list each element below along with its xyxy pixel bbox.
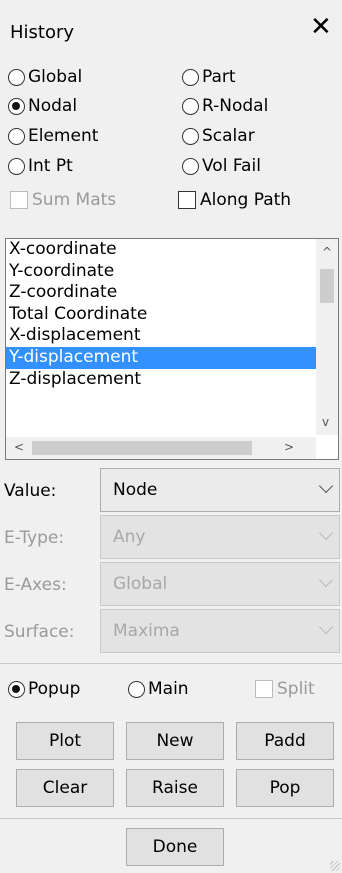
radio-popup-label: Popup <box>28 679 81 699</box>
radio-vol-fail-label: Vol Fail <box>202 156 261 176</box>
padd-button[interactable]: Padd <box>236 722 334 760</box>
value-dropdown[interactable]: Node <box>100 468 340 512</box>
radio-circle <box>128 680 145 698</box>
etype-label: E-Type: <box>4 528 65 548</box>
checkbox-sum-mats-label: Sum Mats <box>32 190 117 210</box>
done-button[interactable]: Done <box>126 828 224 866</box>
list-item[interactable]: X-displacement <box>6 325 316 347</box>
radio-circle <box>182 68 199 86</box>
chevron-down-icon <box>318 572 334 588</box>
eaxes-dropdown-text: Global <box>113 574 168 594</box>
eaxes-label: E-Axes: <box>4 575 67 595</box>
radio-int-pt-label: Int Pt <box>28 156 73 176</box>
variable-listbox[interactable]: X-coordinate Y-coordinate Z-coordinate T… <box>5 238 339 460</box>
chevron-down-icon <box>318 478 334 494</box>
close-icon[interactable]: ✕ <box>310 14 332 40</box>
radio-global[interactable]: Global <box>8 64 82 90</box>
list-item[interactable]: Z-displacement <box>6 369 316 391</box>
chevron-down-icon <box>318 525 334 541</box>
list-item[interactable]: Total Coordinate <box>6 304 316 326</box>
chevron-down-icon <box>318 619 334 635</box>
scroll-left-icon[interactable]: < <box>14 440 24 454</box>
surface-dropdown[interactable]: Maxima <box>100 609 340 653</box>
radio-circle <box>182 157 199 175</box>
plot-button[interactable]: Plot <box>16 722 114 760</box>
list-item-selected[interactable]: Y-displacement <box>6 346 316 369</box>
radio-circle <box>182 97 199 115</box>
radio-main-label: Main <box>148 679 189 699</box>
radio-vol-fail[interactable]: Vol Fail <box>182 153 261 179</box>
divider <box>0 818 342 819</box>
eaxes-dropdown[interactable]: Global <box>100 562 340 606</box>
radio-circle <box>8 127 25 145</box>
radio-circle <box>182 127 199 145</box>
radio-r-nodal-label: R-Nodal <box>202 96 269 116</box>
new-button[interactable]: New <box>126 722 224 760</box>
etype-dropdown-text: Any <box>113 527 146 547</box>
surface-label: Surface: <box>4 622 75 642</box>
checkbox-sum-mats[interactable]: Sum Mats <box>10 187 116 213</box>
variable-list[interactable]: X-coordinate Y-coordinate Z-coordinate T… <box>6 239 316 390</box>
etype-dropdown[interactable]: Any <box>100 515 340 559</box>
radio-main[interactable]: Main <box>128 676 189 702</box>
checkbox-along-path[interactable]: Along Path <box>178 187 291 213</box>
radio-circle <box>8 97 25 115</box>
checkbox-split-label: Split <box>277 679 315 699</box>
raise-button[interactable]: Raise <box>126 769 224 807</box>
clear-button[interactable]: Clear <box>16 769 114 807</box>
radio-circle <box>8 68 25 86</box>
radio-int-pt[interactable]: Int Pt <box>8 153 73 179</box>
checkbox-box <box>255 680 273 698</box>
scroll-up-icon[interactable]: ^ <box>322 245 332 259</box>
value-label: Value: <box>4 481 57 501</box>
horizontal-scrollbar[interactable]: < > <box>6 437 316 459</box>
checkbox-along-path-label: Along Path <box>200 190 292 210</box>
radio-nodal[interactable]: Nodal <box>8 93 77 119</box>
scroll-right-icon[interactable]: > <box>284 440 294 454</box>
list-item[interactable]: Y-coordinate <box>6 261 316 283</box>
radio-popup[interactable]: Popup <box>8 676 80 702</box>
list-item[interactable]: X-coordinate <box>6 239 316 261</box>
radio-global-label: Global <box>28 67 83 87</box>
pop-button[interactable]: Pop <box>236 769 334 807</box>
radio-scalar-label: Scalar <box>202 126 255 146</box>
radio-r-nodal[interactable]: R-Nodal <box>182 93 268 119</box>
radio-part[interactable]: Part <box>182 64 236 90</box>
checkbox-box <box>10 191 28 209</box>
radio-element[interactable]: Element <box>8 123 98 149</box>
vertical-scroll-thumb[interactable] <box>320 269 334 303</box>
vertical-scrollbar[interactable]: ^ v <box>316 239 338 435</box>
window-title: History <box>10 22 75 43</box>
radio-part-label: Part <box>202 67 236 87</box>
surface-dropdown-text: Maxima <box>113 621 180 641</box>
value-dropdown-text: Node <box>113 480 158 500</box>
list-item[interactable]: Z-coordinate <box>6 282 316 304</box>
radio-circle <box>8 680 25 698</box>
checkbox-split[interactable]: Split <box>255 676 315 702</box>
radio-nodal-label: Nodal <box>28 96 78 116</box>
radio-circle <box>8 157 25 175</box>
horizontal-scroll-thumb[interactable] <box>32 441 252 455</box>
radio-scalar[interactable]: Scalar <box>182 123 255 149</box>
divider <box>0 663 342 664</box>
scroll-down-icon[interactable]: v <box>322 415 329 429</box>
checkbox-box <box>178 191 196 209</box>
resize-grip-icon[interactable] <box>330 861 340 871</box>
radio-element-label: Element <box>28 126 99 146</box>
